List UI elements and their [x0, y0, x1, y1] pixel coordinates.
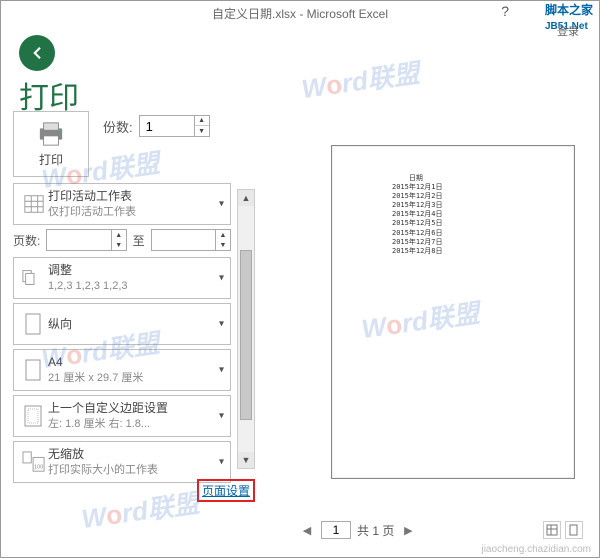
margins-icon [24, 405, 44, 427]
copies-label: 份数: [103, 117, 133, 136]
print-what-dropdown[interactable]: 打印活动工作表仅打印活动工作表 ▾ [13, 183, 231, 225]
page-icon [25, 359, 43, 381]
page-from-spinner[interactable]: ▲▼ [46, 229, 126, 251]
scroll-thumb[interactable] [240, 250, 252, 420]
caret-down-icon: ▾ [219, 273, 224, 284]
caret-down-icon: ▾ [219, 199, 224, 210]
title-bar: 自定义日期.xlsx - Microsoft Excel ? 脚本之家 JB51… [1, 1, 599, 25]
caret-down-icon: ▾ [219, 319, 224, 330]
back-button[interactable] [19, 35, 55, 71]
page-to-input[interactable] [152, 233, 192, 247]
page-from-input[interactable] [47, 233, 87, 247]
print-preview: 日期 2015年12月1日 2015年12月2日 2015年12月3日 2015… [291, 111, 591, 543]
printer-icon [36, 121, 66, 147]
scroll-down-icon[interactable]: ▼ [238, 452, 254, 468]
margins-dropdown[interactable]: 上一个自定义边距设置左: 1.8 厘米 右: 1.8... ▾ [13, 395, 231, 437]
watermark: Word联盟 [79, 483, 201, 536]
sheet-icon [23, 193, 45, 215]
prev-page-button[interactable]: ◀ [299, 522, 315, 538]
pages-label: 页数: [13, 232, 40, 249]
collation-dropdown[interactable]: 调整1,2,3 1,2,3 1,2,3 ▾ [13, 257, 231, 299]
window-title: 自定义日期.xlsx - Microsoft Excel [212, 5, 388, 22]
orientation-dropdown[interactable]: 纵向 ▾ [13, 303, 231, 345]
help-button[interactable]: ? [501, 3, 509, 19]
print-button-label: 打印 [39, 151, 63, 168]
current-page-input[interactable] [321, 521, 351, 539]
options-scrollbar[interactable]: ▲ ▼ [237, 189, 255, 469]
total-pages-label: 共 1 页 [357, 522, 394, 539]
scaling-dropdown[interactable]: 100 无缩放打印实际大小的工作表 ▾ [13, 441, 231, 483]
zoom-page-button[interactable] [565, 521, 583, 539]
pages-range: 页数: ▲▼ 至 ▲▼ [13, 229, 231, 251]
preview-content: 日期 2015年12月1日 2015年12月2日 2015年12月3日 2015… [392, 174, 443, 256]
scroll-up-icon[interactable]: ▲ [238, 190, 254, 206]
caret-down-icon: ▾ [219, 411, 224, 422]
copies-spinner[interactable]: ▲ ▼ [139, 115, 210, 137]
pages-to-label: 至 [133, 232, 145, 249]
copies-up-icon[interactable]: ▲ [195, 116, 209, 126]
caret-down-icon: ▾ [219, 365, 224, 376]
collate-icon [22, 267, 46, 289]
login-link[interactable]: 登录 [557, 23, 579, 39]
portrait-icon [25, 313, 43, 335]
preview-nav: ◀ 共 1 页 ▶ [291, 517, 591, 543]
svg-text:100: 100 [34, 464, 43, 470]
copies-input[interactable] [140, 119, 194, 134]
show-margins-button[interactable] [543, 521, 561, 539]
scale-icon: 100 [22, 451, 46, 473]
preview-page: 日期 2015年12月1日 2015年12月2日 2015年12月3日 2015… [331, 145, 575, 479]
page-setup-link[interactable]: 页面设置 [197, 479, 255, 502]
print-button[interactable]: 打印 [13, 111, 89, 177]
footer-credit: jiaocheng.chazidian.com [481, 544, 591, 555]
paper-size-dropdown[interactable]: A421 厘米 x 29.7 厘米 ▾ [13, 349, 231, 391]
arrow-left-icon [28, 44, 46, 62]
next-page-button[interactable]: ▶ [400, 522, 416, 538]
page-to-spinner[interactable]: ▲▼ [151, 229, 231, 251]
copies-down-icon[interactable]: ▼ [195, 126, 209, 136]
caret-down-icon: ▾ [219, 457, 224, 468]
